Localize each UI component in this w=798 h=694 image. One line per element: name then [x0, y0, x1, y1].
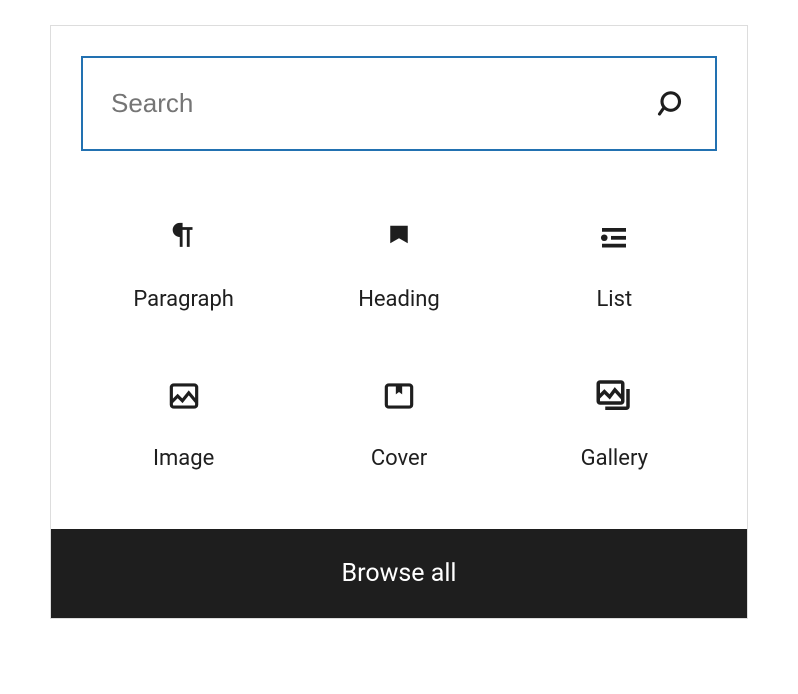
block-item-paragraph[interactable]: Paragraph [81, 201, 286, 330]
paragraph-icon [167, 219, 201, 255]
heading-icon [384, 219, 414, 255]
list-icon [596, 219, 632, 255]
browse-all-button[interactable]: Browse all [51, 529, 747, 618]
block-item-list[interactable]: List [512, 201, 717, 330]
block-inserter-panel: Paragraph Heading List [50, 25, 748, 619]
block-label: List [596, 287, 632, 312]
block-label: Cover [371, 446, 427, 471]
browse-all-label: Browse all [342, 559, 457, 588]
search-box [81, 56, 717, 151]
block-item-image[interactable]: Image [81, 360, 286, 489]
gallery-icon [593, 378, 635, 414]
block-label: Paragraph [133, 287, 234, 312]
search-icon [629, 89, 715, 119]
block-item-cover[interactable]: Cover [296, 360, 501, 489]
block-label: Heading [358, 287, 440, 312]
blocks-grid: Paragraph Heading List [51, 181, 747, 529]
block-label: Gallery [581, 446, 648, 471]
image-icon [165, 378, 203, 414]
block-item-heading[interactable]: Heading [296, 201, 501, 330]
block-item-gallery[interactable]: Gallery [512, 360, 717, 489]
search-input[interactable] [83, 58, 629, 149]
cover-icon [380, 378, 418, 414]
search-wrapper [51, 26, 747, 181]
block-label: Image [153, 446, 214, 471]
